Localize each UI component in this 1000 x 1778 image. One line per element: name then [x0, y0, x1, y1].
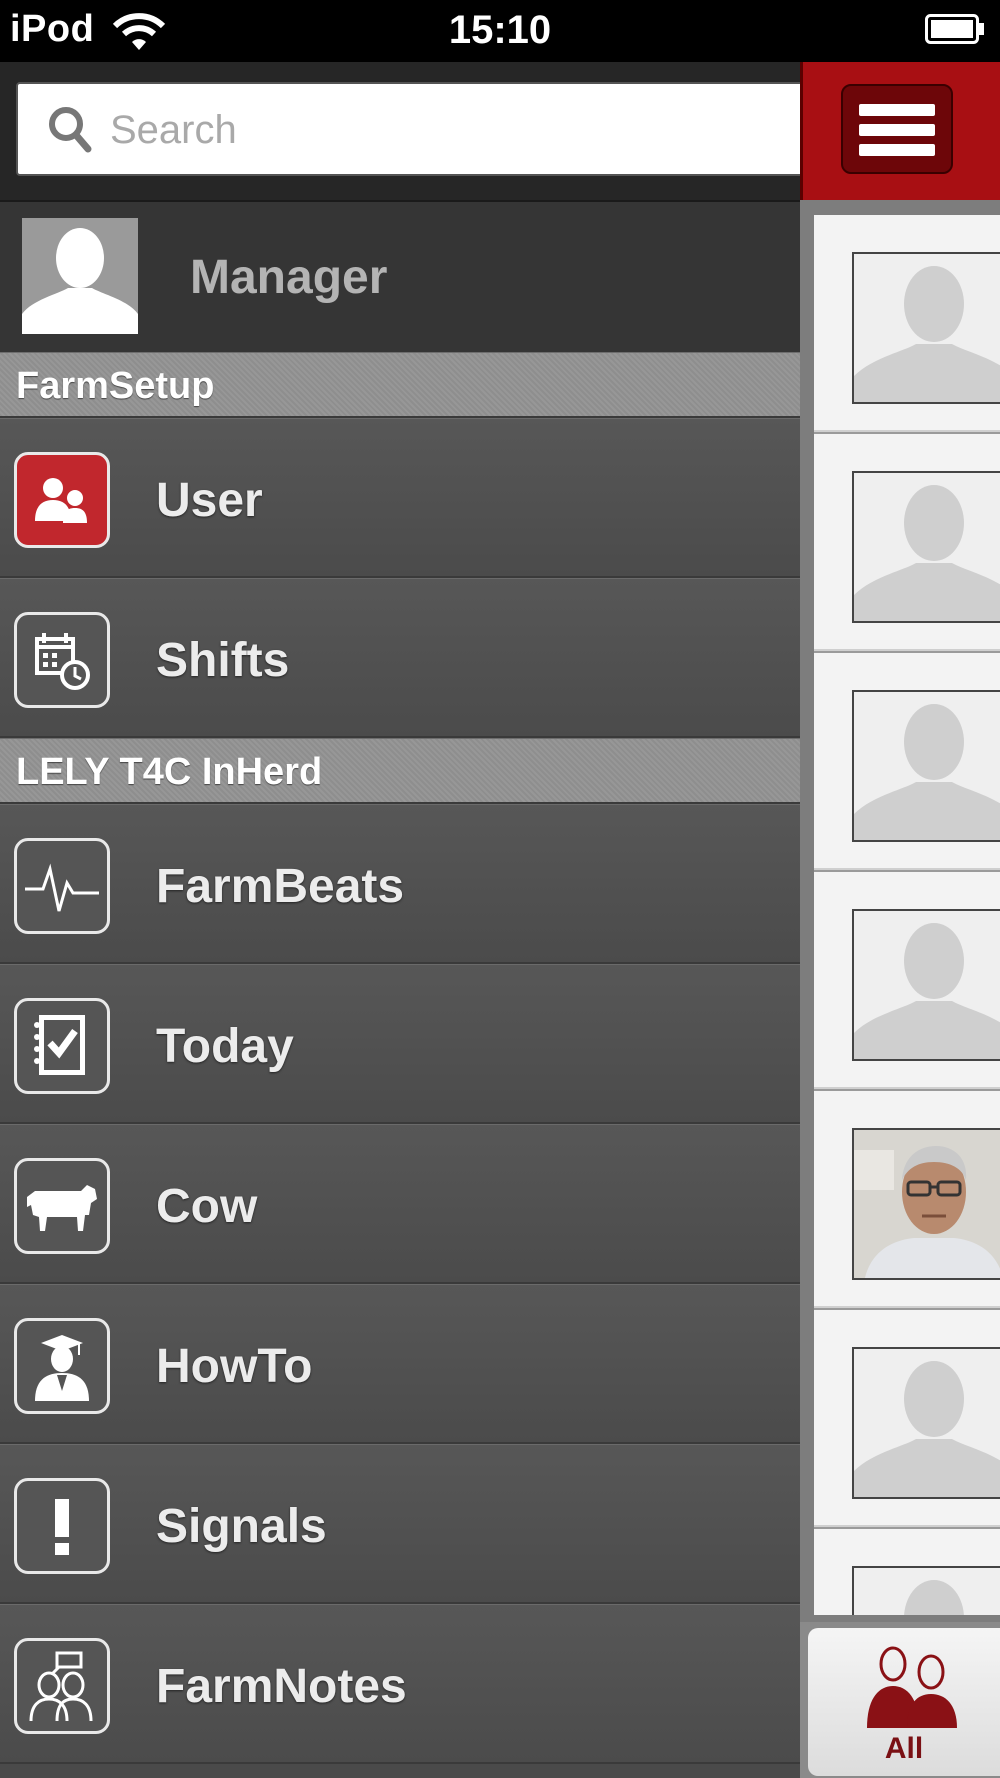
- menu-toggle-button[interactable]: [841, 84, 953, 174]
- notes-people-icon: [14, 1638, 110, 1734]
- list-item[interactable]: [814, 1091, 1000, 1308]
- hamburger-line: [859, 104, 935, 116]
- tab-all[interactable]: All: [808, 1628, 1000, 1776]
- exclamation-icon: [14, 1478, 110, 1574]
- menu-item-howto[interactable]: HowTo: [0, 1284, 800, 1444]
- section-header-farmsetup: FarmSetup: [0, 352, 800, 418]
- menu-item-label: HowTo: [156, 1340, 313, 1393]
- list-item[interactable]: [814, 872, 1000, 1089]
- list-item[interactable]: [814, 434, 1000, 651]
- graduate-icon: [14, 1318, 110, 1414]
- person-silhouette-icon: [854, 1361, 1000, 1497]
- hamburger-line: [859, 124, 935, 136]
- heartbeat-icon: [14, 838, 110, 934]
- menu-item-farmnotes[interactable]: FarmNotes: [0, 1604, 800, 1764]
- content-navbar: [800, 62, 1000, 200]
- user-photo: [852, 1128, 1000, 1280]
- avatar: [852, 252, 1000, 404]
- user-photo-image: [854, 1130, 1000, 1278]
- section-header-inherd: LELY T4C InHerd: [0, 738, 800, 804]
- menu-item-label: User: [156, 474, 263, 527]
- person-silhouette-icon: [22, 228, 138, 334]
- avatar: [852, 909, 1000, 1061]
- menu-item-farmbeats[interactable]: FarmBeats: [0, 804, 800, 964]
- person-silhouette-icon: [854, 485, 1000, 621]
- profile-row[interactable]: Manager: [0, 200, 800, 354]
- menu-item-label: Shifts: [156, 634, 290, 687]
- search-box[interactable]: [16, 82, 806, 176]
- person-silhouette-icon: [854, 266, 1000, 402]
- cow-icon: [14, 1158, 110, 1254]
- search-icon: [49, 107, 92, 153]
- menu-item-cow[interactable]: Cow: [0, 1124, 800, 1284]
- menu-item-shifts[interactable]: Shifts: [0, 578, 800, 738]
- users-group-icon: [867, 1646, 957, 1728]
- clock: 15:10: [448, 8, 552, 52]
- list-item[interactable]: [814, 1310, 1000, 1527]
- section-title: FarmSetup: [16, 365, 215, 407]
- person-silhouette-icon: [904, 1580, 964, 1615]
- menu-item-label: Today: [156, 1020, 294, 1073]
- status-bar: iPod 15:10: [0, 0, 1000, 62]
- tab-bar: All: [800, 1622, 1000, 1778]
- tab-all-label: All: [884, 1732, 924, 1765]
- menu-item-label: FarmBeats: [156, 860, 405, 913]
- section-title: LELY T4C InHerd: [16, 751, 323, 793]
- avatar: [852, 1347, 1000, 1499]
- list-item[interactable]: [814, 653, 1000, 870]
- menu-item-today[interactable]: Today: [0, 964, 800, 1124]
- menu-item-label: Cow: [156, 1180, 258, 1233]
- person-silhouette-icon: [854, 704, 1000, 840]
- menu-item-label: Signals: [156, 1500, 327, 1553]
- checklist-icon: [14, 998, 110, 1094]
- contact-list[interactable]: [814, 215, 1000, 1615]
- list-item[interactable]: [814, 1529, 1000, 1615]
- avatar: [852, 471, 1000, 623]
- main-content-peek: All: [800, 62, 1000, 1778]
- menu-item-user[interactable]: User: [0, 418, 800, 578]
- search-bar: [0, 62, 806, 200]
- user-group-icon: [14, 452, 110, 548]
- profile-name: Manager: [190, 251, 388, 304]
- menu-item-signals[interactable]: Signals: [0, 1444, 800, 1604]
- battery-icon: [925, 14, 984, 44]
- avatar: [852, 1566, 1000, 1615]
- search-input[interactable]: [108, 84, 792, 176]
- list-item[interactable]: [814, 215, 1000, 432]
- avatar: [22, 218, 138, 334]
- hamburger-line: [859, 144, 935, 156]
- side-menu: Manager FarmSetup User: [0, 62, 806, 1778]
- menu-item-label: FarmNotes: [156, 1660, 407, 1713]
- avatar: [852, 690, 1000, 842]
- calendar-clock-icon: [14, 612, 110, 708]
- person-silhouette-icon: [854, 923, 1000, 1059]
